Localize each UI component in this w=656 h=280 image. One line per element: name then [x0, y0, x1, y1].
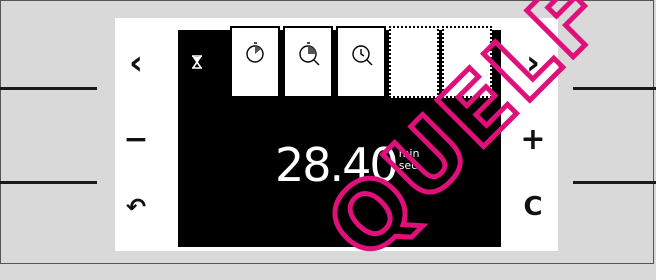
- slot-empty-1[interactable]: [389, 26, 439, 98]
- clear-button[interactable]: C: [513, 187, 553, 227]
- slot-clock[interactable]: [336, 26, 386, 98]
- time-readout: 28.40 min sec: [275, 142, 419, 188]
- unit-sec: sec: [398, 159, 418, 172]
- prev-button[interactable]: ‹: [116, 43, 156, 83]
- time-value: 28.40: [275, 138, 399, 192]
- timer-slots: [230, 26, 495, 98]
- timer-half-icon: [299, 42, 320, 66]
- right-bottom-line: [573, 181, 656, 184]
- hourglass-icon: [192, 55, 202, 69]
- clock-icon: [352, 45, 373, 66]
- minus-button[interactable]: −: [116, 119, 156, 159]
- slot-timer-half[interactable]: [283, 26, 333, 98]
- back-button[interactable]: ↶: [116, 187, 156, 227]
- right-top-line: [573, 87, 656, 90]
- left-bottom-line: [0, 181, 97, 184]
- left-top-line: [0, 87, 97, 90]
- time-units: min sec: [399, 148, 420, 172]
- timer-partial-icon: [246, 42, 264, 63]
- slot-empty-2[interactable]: [442, 26, 492, 98]
- next-button[interactable]: ›: [513, 43, 553, 83]
- plus-button[interactable]: +: [513, 119, 553, 159]
- slot-timer-partial[interactable]: [230, 26, 280, 98]
